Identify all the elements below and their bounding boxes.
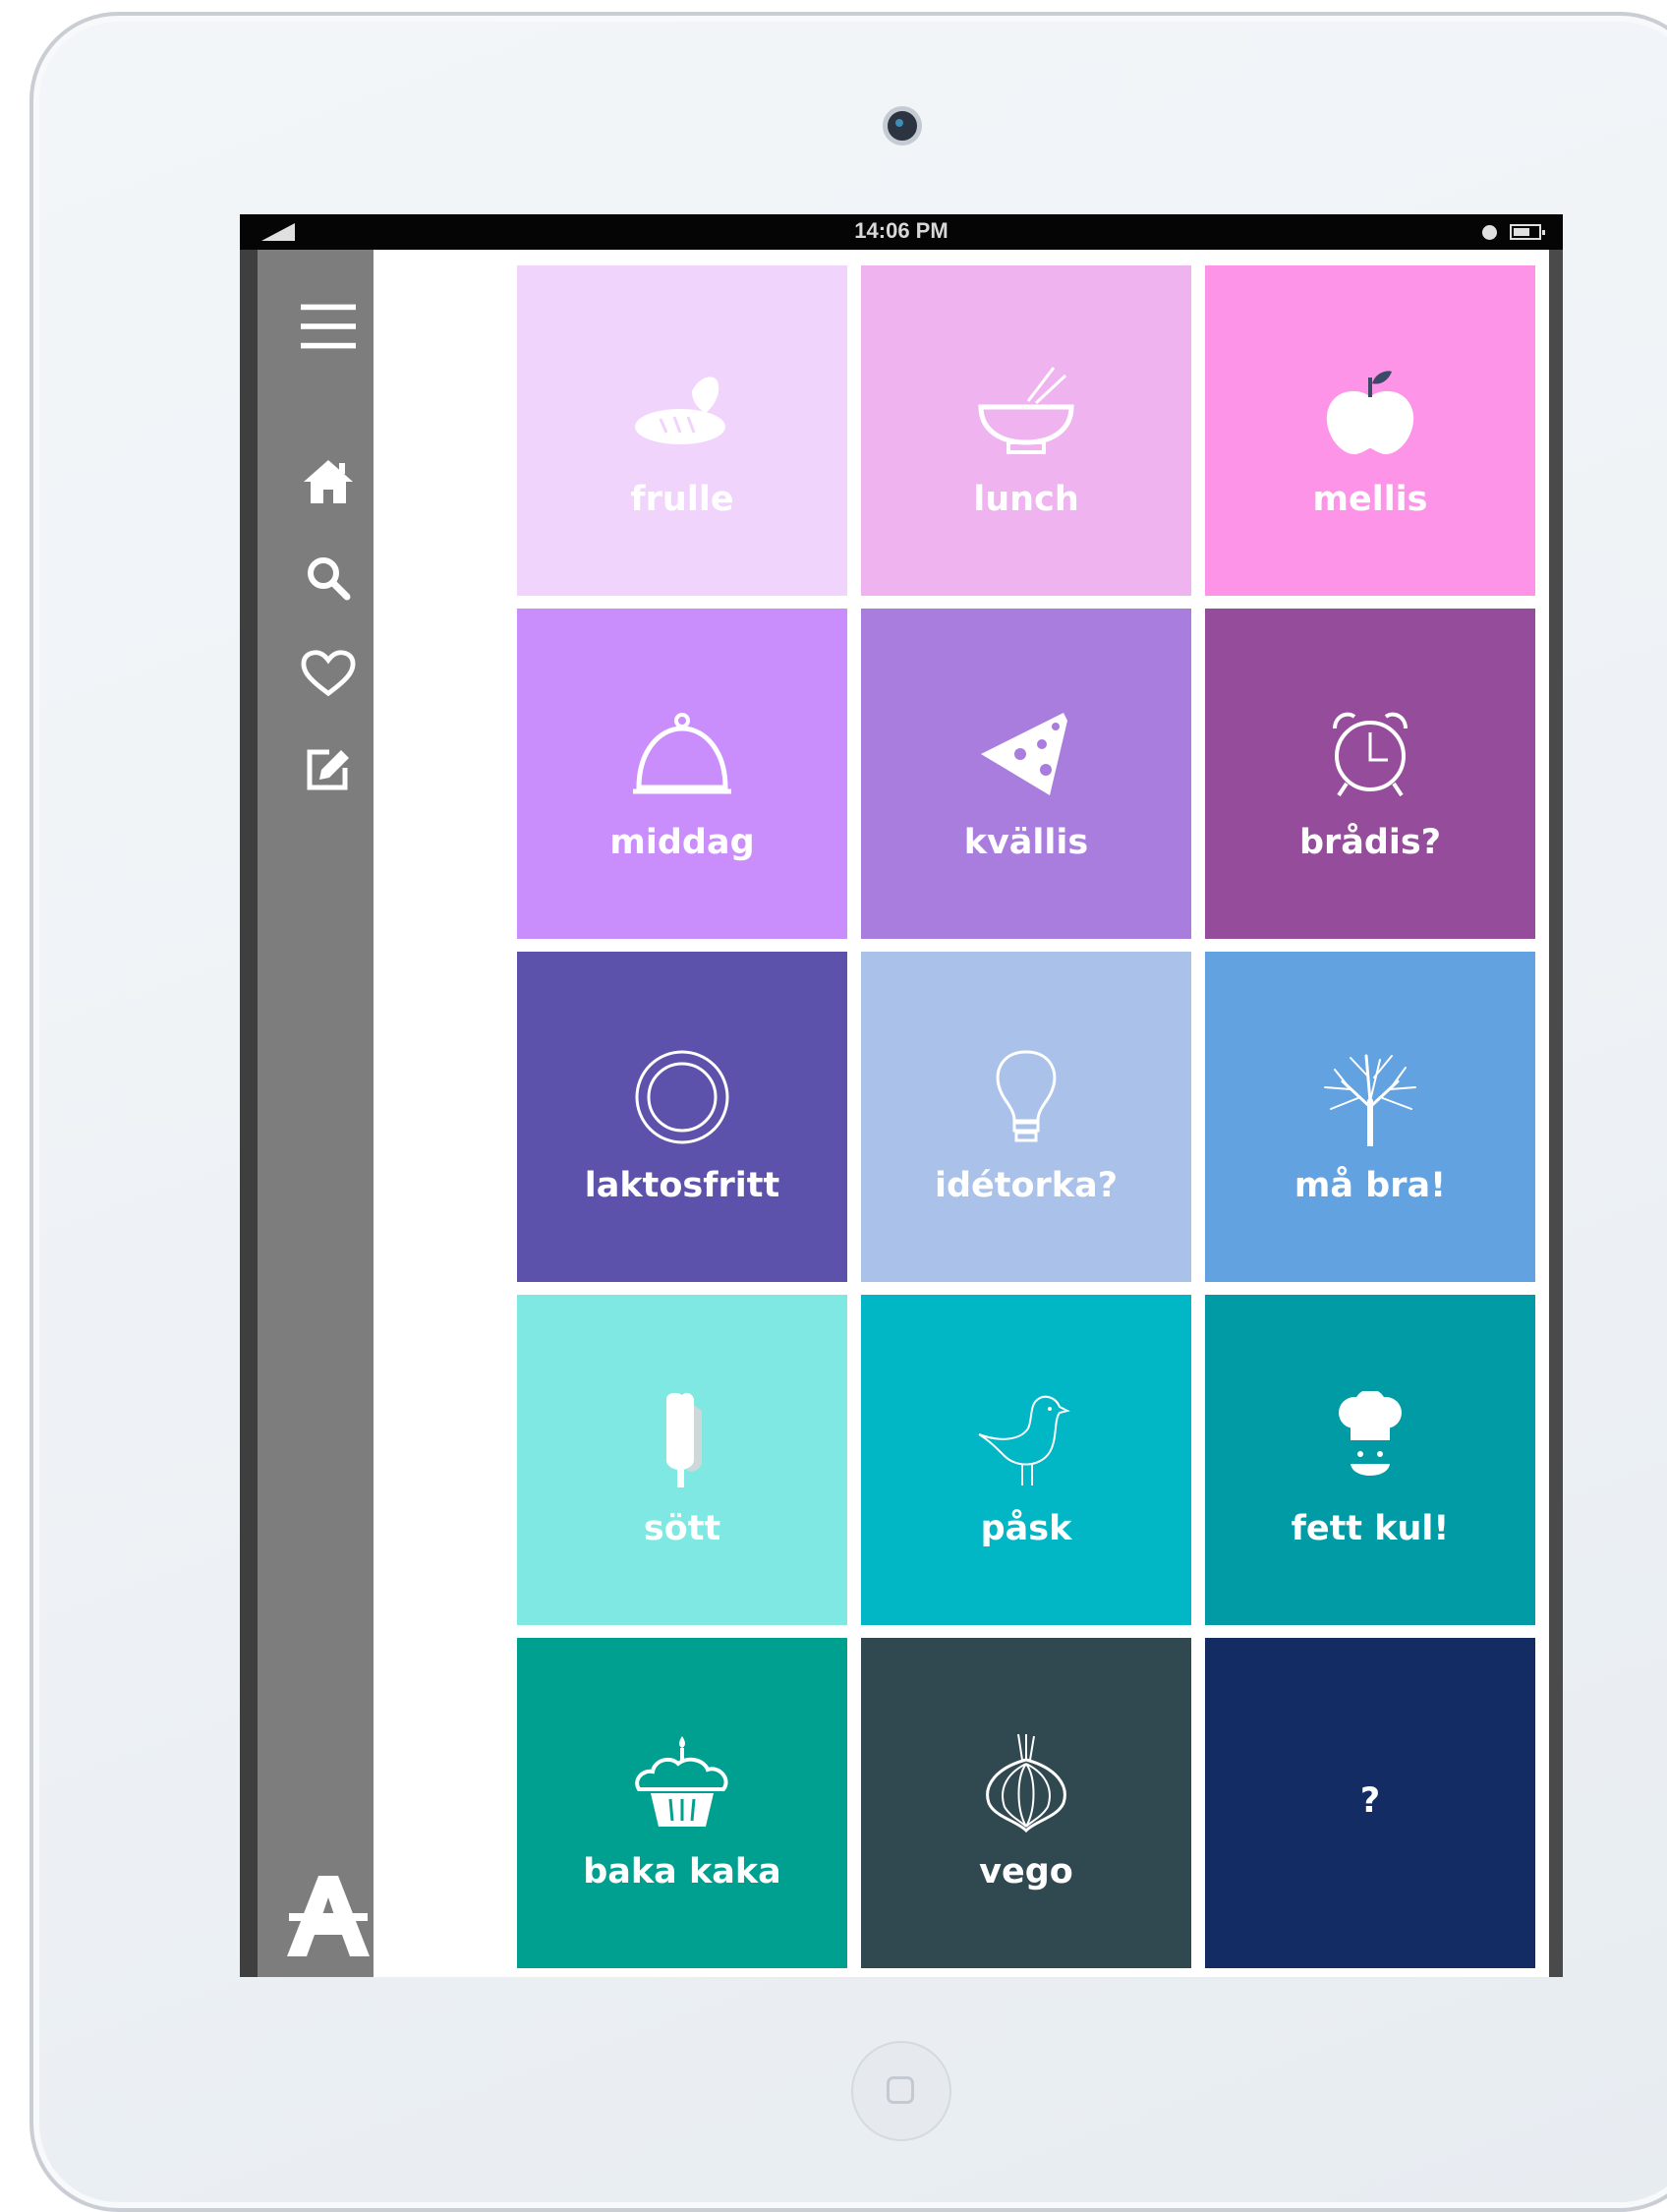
tile-laktosfritt[interactable]: laktosfritt: [517, 952, 847, 1282]
status-bar: 14:06 PM: [240, 214, 1563, 250]
status-time: 14:06 PM: [854, 218, 948, 243]
battery-icon: [1510, 224, 1545, 240]
tile-vego[interactable]: vego: [861, 1638, 1191, 1968]
tile-frulle[interactable]: frulle: [517, 265, 847, 596]
heart-icon[interactable]: [301, 646, 356, 701]
tile-pask[interactable]: påsk: [861, 1295, 1191, 1625]
ice-cream-icon: [666, 1392, 702, 1487]
cloche-icon: [633, 713, 731, 794]
tile-label: mellis: [1312, 480, 1428, 519]
sidebar: [240, 250, 374, 1977]
tile-kvallis[interactable]: kvällis: [861, 609, 1191, 939]
edit-icon[interactable]: [301, 741, 356, 796]
alarm-clock-icon: [1333, 712, 1408, 797]
tile-mellis[interactable]: mellis: [1205, 265, 1535, 596]
tablet-screen: 14:06 PM frulle lunch mellis middag kväl…: [240, 214, 1563, 1977]
tile-label: vego: [979, 1852, 1073, 1892]
tile-label: laktosfritt: [584, 1166, 780, 1205]
tile-label: sött: [643, 1509, 721, 1548]
tile-label: ?: [1359, 1781, 1381, 1821]
plate-icon: [635, 1050, 729, 1144]
tile-lunch[interactable]: lunch: [861, 265, 1191, 596]
tile-ma-bra[interactable]: må bra!: [1205, 952, 1535, 1282]
lightbulb-icon: [996, 1050, 1057, 1142]
tile-label: baka kaka: [583, 1852, 781, 1892]
tile-label: kvällis: [963, 823, 1089, 862]
screen-edge: [1549, 250, 1563, 1977]
menu-icon[interactable]: [301, 299, 356, 354]
cheese-icon: [981, 713, 1067, 795]
chef-hat-icon: [1339, 1391, 1402, 1476]
tile-baka-kaka[interactable]: baka kaka: [517, 1638, 847, 1968]
tile-label: påsk: [980, 1509, 1072, 1548]
alarm-status-icon: [1482, 225, 1497, 240]
tile-fett-kul[interactable]: fett kul!: [1205, 1295, 1535, 1625]
tile-label: frulle: [630, 480, 734, 519]
camera: [883, 106, 922, 146]
tile-label: lunch: [973, 480, 1079, 519]
app-logo: [285, 1874, 372, 1958]
home-button[interactable]: [851, 2041, 951, 2141]
onion-icon: [986, 1734, 1066, 1833]
tile-sott[interactable]: sött: [517, 1295, 847, 1625]
home-icon[interactable]: [301, 454, 356, 509]
bowl-icon: [978, 367, 1074, 454]
search-icon[interactable]: [301, 551, 356, 606]
tile-label: brådis?: [1298, 823, 1442, 862]
tablet-device: 14:06 PM frulle lunch mellis middag kväl…: [29, 12, 1667, 2212]
apple-icon: [1326, 371, 1414, 455]
tile-label: middag: [609, 823, 755, 862]
tree-icon: [1324, 1054, 1416, 1146]
home-button-icon: [887, 2076, 914, 2104]
bread-icon: [635, 377, 725, 444]
tile-idetorka[interactable]: idétorka?: [861, 952, 1191, 1282]
bird-icon: [978, 1395, 1070, 1485]
tile-middag[interactable]: middag: [517, 609, 847, 939]
cupcake-icon: [635, 1736, 728, 1827]
tile-label: fett kul!: [1291, 1509, 1450, 1548]
tile-label: idétorka?: [934, 1166, 1119, 1205]
tile-label: må bra!: [1293, 1166, 1447, 1205]
tile-unknown[interactable]: ?: [1205, 1638, 1535, 1968]
tile-bradis[interactable]: brådis?: [1205, 609, 1535, 939]
